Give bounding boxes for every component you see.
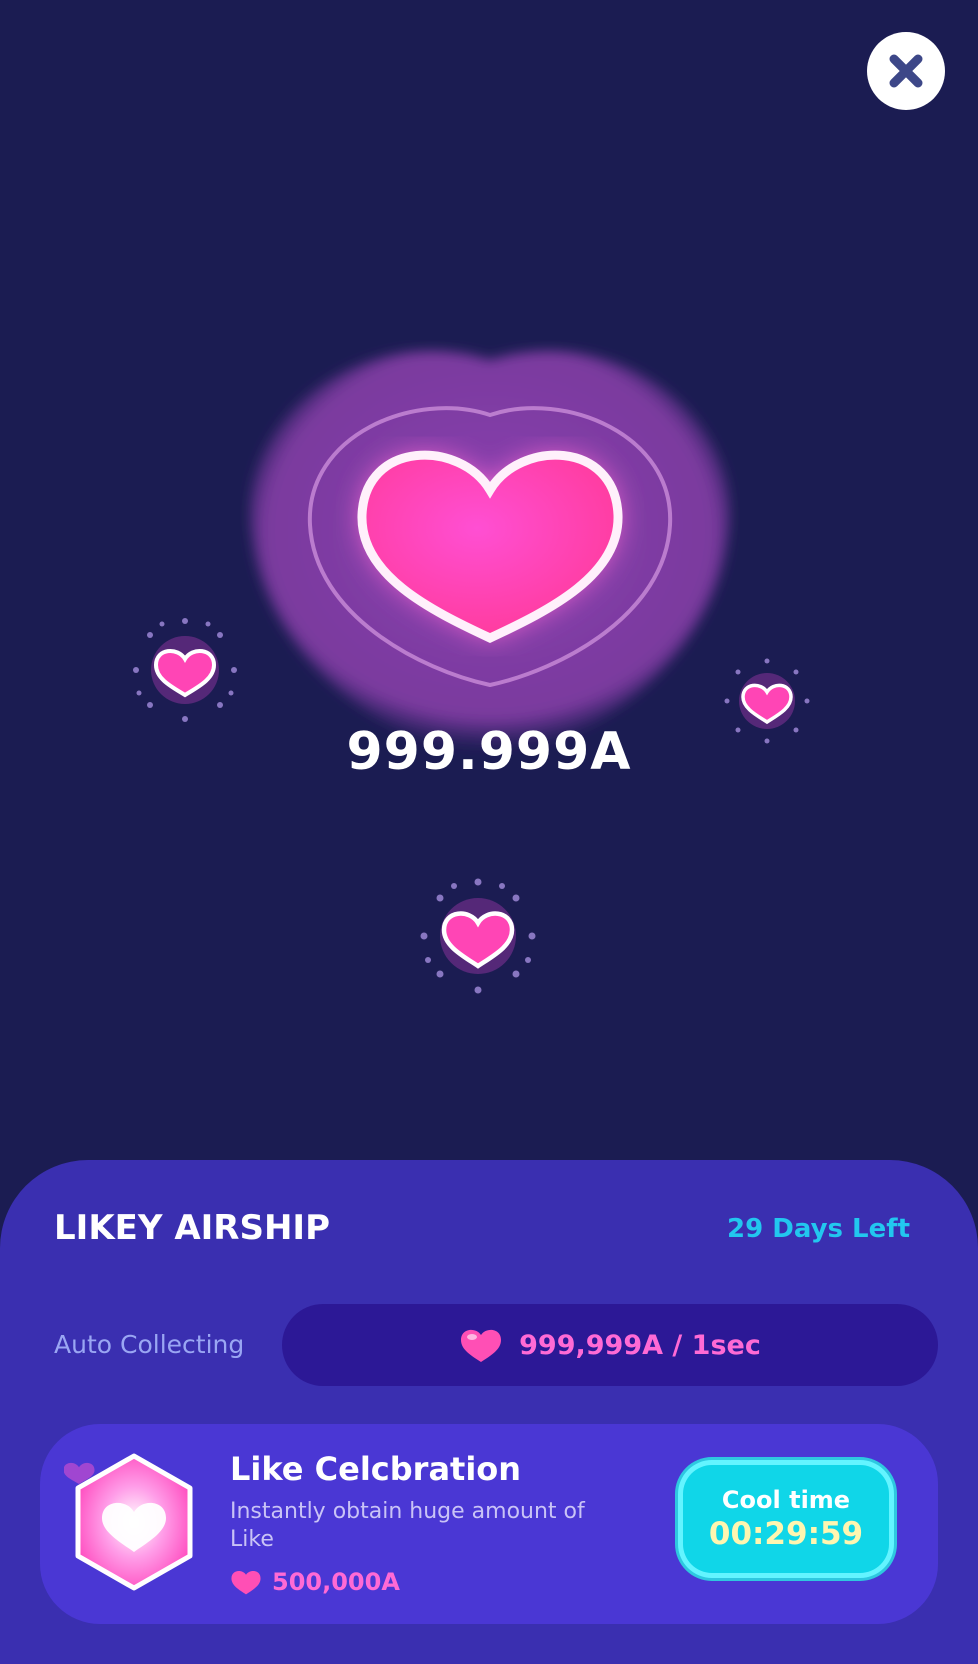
auto-collecting-label: Auto Collecting <box>54 1330 245 1359</box>
card-title: Like Celcbration <box>230 1450 522 1488</box>
airship-panel: LIKEY AIRSHIP 29 Days Left Auto Collecti… <box>0 1160 978 1664</box>
like-counter: 999.999A <box>346 722 632 782</box>
hero-stage: 999.999A <box>0 0 978 1100</box>
card-description: Instantly obtain huge amount of Like <box>230 1499 585 1552</box>
heart-icon <box>231 1570 261 1595</box>
floating-heart-icon[interactable] <box>130 615 240 725</box>
card-cost: 500,000A <box>230 1568 400 1596</box>
auto-collect-rate: 999,999A / 1sec <box>282 1304 938 1386</box>
heart-icon <box>461 1329 502 1362</box>
rate-value: 999,999A / 1sec <box>519 1329 761 1361</box>
floating-heart-icon[interactable] <box>418 876 538 996</box>
cool-time-value: 00:29:59 <box>708 1516 864 1552</box>
days-left-badge: 29 Days Left <box>727 1214 910 1244</box>
floating-heart-icon[interactable] <box>722 656 812 746</box>
cool-time-label: Cool time <box>721 1486 851 1514</box>
celebration-heart-icon <box>64 1453 193 1591</box>
cool-time-button[interactable]: Cool time 00:29:59 <box>678 1460 894 1578</box>
cost-value: 500,000A <box>272 1568 400 1596</box>
like-celebration-card: Like Celcbration Instantly obtain huge a… <box>40 1424 938 1624</box>
panel-title: LIKEY AIRSHIP <box>54 1208 331 1248</box>
